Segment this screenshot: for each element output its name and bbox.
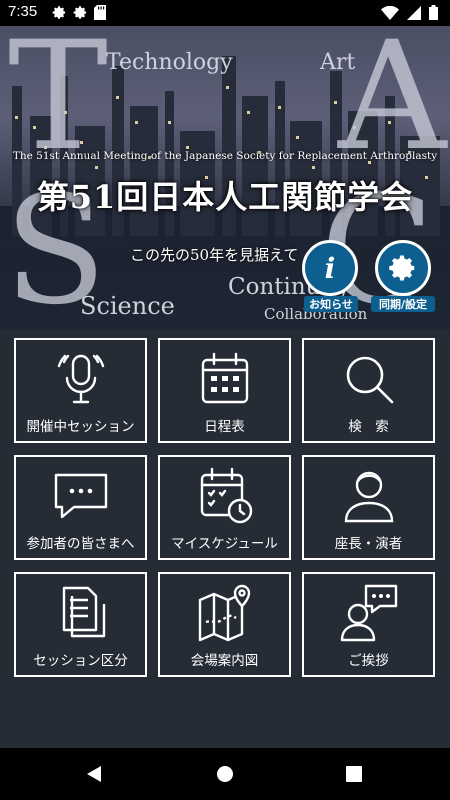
search-icon [346,356,393,404]
back-triangle-icon [87,766,101,782]
signal-icon [407,5,421,20]
greeting-icon [340,584,397,642]
info-button[interactable]: i [302,240,358,296]
home-button[interactable] [185,748,265,800]
menu-tile-venue-map[interactable]: 会場案内図 [158,572,291,677]
map-icon [198,584,250,642]
hero-word-art: Art [320,50,356,75]
hero-word-technology: Technology [106,50,233,75]
wifi-icon [381,5,399,20]
navigation-bar [0,748,450,800]
person-icon [344,471,393,523]
status-bar: 7:35 [0,0,450,26]
hero-word-science: Science [80,292,175,320]
menu-tile-greeting[interactable]: ご挨拶 [302,572,435,677]
menu-tile-schedule[interactable]: 日程表 [158,338,291,443]
menu-tile-label: 検 索 [348,419,389,435]
calendar-clock-icon [200,467,252,524]
menu-tile-current-sessions[interactable]: 開催中セッション [14,338,147,443]
calendar-icon [201,352,248,404]
hero-tagline: この先の50年を見据えて [130,246,299,264]
settings-button-label[interactable]: 同期/設定 [371,296,435,312]
gear-icon [73,6,87,19]
home-circle-icon [217,766,233,782]
menu-tile-label: 日程表 [204,419,245,435]
recents-button[interactable] [314,748,394,800]
status-time: 7:35 [8,3,38,20]
menu-tile-label: マイスケジュール [171,536,278,552]
hero-subtitle: The 51st Annual Meeting of the Japanese … [12,150,438,162]
info-button-label[interactable]: お知らせ [304,296,358,312]
menu-tile-label: ご挨拶 [348,653,389,669]
menu-tile-chairs-speakers[interactable]: 座長・演者 [302,455,435,560]
hero-banner: T A S C Technology Art Science Continuit… [0,26,450,330]
menu-tile-label: セッション区分 [33,653,128,669]
menu-tile-my-schedule[interactable]: マイスケジュール [158,455,291,560]
menu-tile-label: 座長・演者 [334,536,403,552]
sd-card-icon [94,5,106,20]
menu-tile-participants[interactable]: 参加者の皆さまへ [14,455,147,560]
microphone-icon [57,354,104,404]
recents-square-icon [346,766,362,782]
battery-icon [429,5,438,20]
gear-icon [52,6,66,19]
menu-tile-label: 参加者の皆さまへ [26,536,135,552]
menu-tile-label: 会場案内図 [190,653,259,669]
info-icon: i [324,251,336,285]
chat-bubble-icon [54,473,107,519]
page-title: 第51回日本人工関節学会 [36,178,414,216]
menu-tile-label: 開催中セッション [26,419,135,435]
menu-tile-search[interactable]: 検 索 [302,338,435,443]
documents-icon [62,586,105,638]
gear-icon [389,255,415,281]
menu-tile-session-categories[interactable]: セッション区分 [14,572,147,677]
back-button[interactable] [54,748,134,800]
settings-button[interactable] [375,240,431,296]
